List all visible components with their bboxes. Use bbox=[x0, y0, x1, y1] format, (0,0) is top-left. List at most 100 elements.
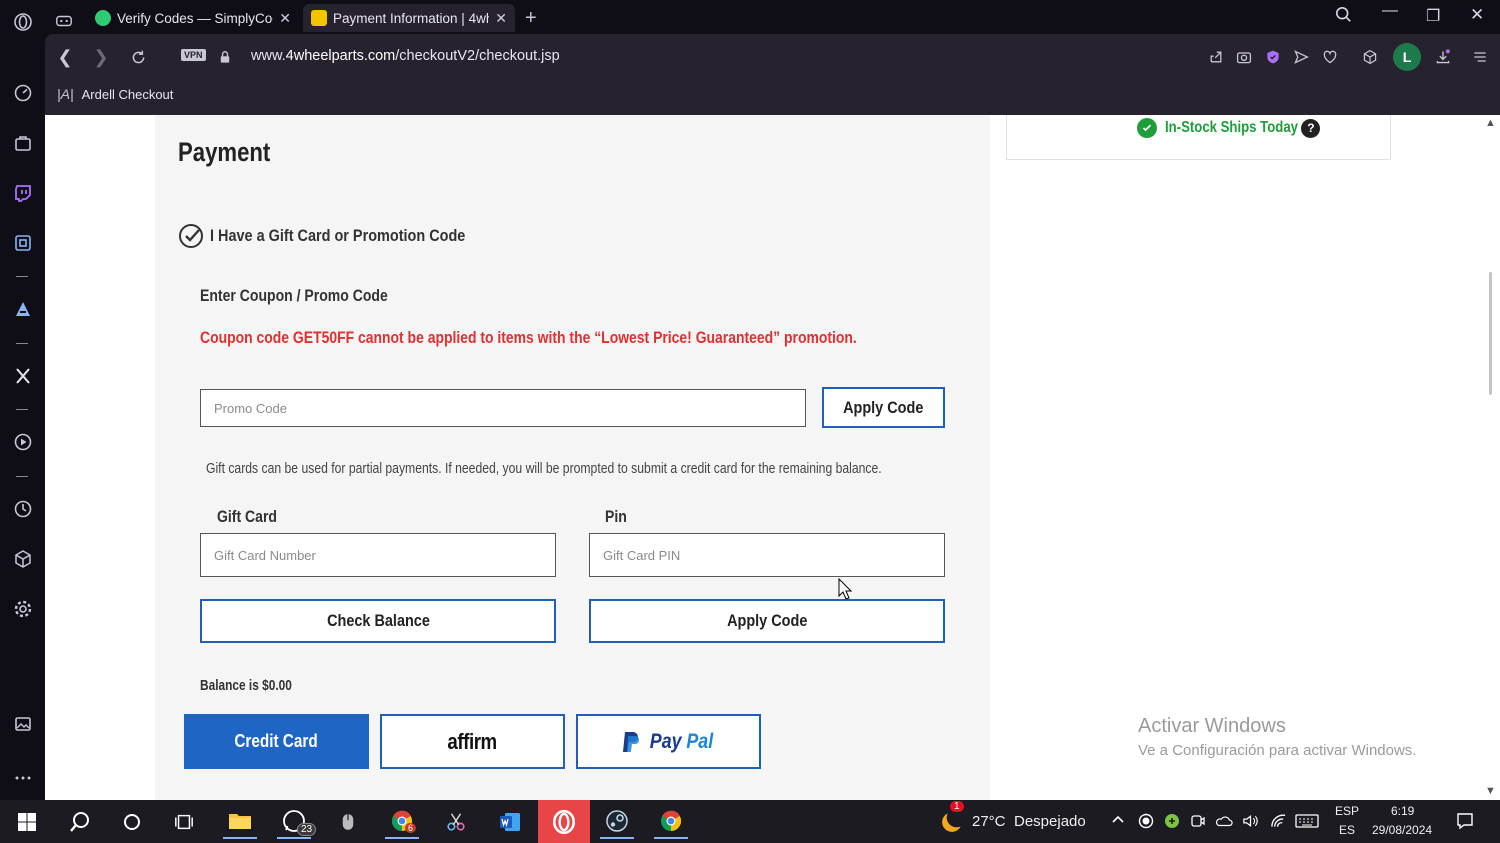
shopping-bag-icon[interactable] bbox=[10, 130, 36, 156]
windows-start-icon[interactable] bbox=[10, 805, 44, 839]
scroll-up-arrow-icon[interactable]: ▲ bbox=[1485, 117, 1496, 129]
vpn-badge[interactable]: VPN bbox=[181, 49, 206, 61]
gift-card-label: Gift Card bbox=[217, 508, 278, 526]
close-window-icon[interactable]: ✕ bbox=[1470, 5, 1484, 25]
gift-card-promo-toggle[interactable]: I Have a Gift Card or Promotion Code bbox=[178, 223, 510, 249]
weather-condition[interactable]: Despejado bbox=[1014, 813, 1086, 830]
bookmark-ardell-checkout[interactable]: |A| Ardell Checkout bbox=[57, 86, 173, 102]
workspaces-icon[interactable] bbox=[55, 7, 75, 35]
back-icon[interactable]: ❮ bbox=[54, 46, 76, 68]
paypal-logo: Pay Pal bbox=[621, 730, 716, 754]
touch-keyboard-icon[interactable] bbox=[1294, 813, 1320, 832]
gift-card-number-input[interactable] bbox=[201, 534, 555, 576]
task-view-icon[interactable] bbox=[167, 805, 201, 839]
check-circle-icon bbox=[179, 224, 203, 248]
minimize-icon[interactable]: — bbox=[1382, 2, 1398, 20]
forward-icon[interactable]: ❯ bbox=[90, 46, 112, 68]
gift-card-pin-input[interactable] bbox=[590, 534, 944, 576]
box-icon[interactable] bbox=[1360, 47, 1380, 67]
clock-date[interactable]: 29/08/2024 bbox=[1372, 823, 1432, 837]
profile-avatar[interactable]: L bbox=[1393, 43, 1421, 71]
opera-menu-icon[interactable] bbox=[10, 9, 36, 35]
apply-gift-card-button[interactable]: Apply Code bbox=[589, 599, 945, 643]
page-title: Payment bbox=[178, 137, 271, 167]
player-icon[interactable] bbox=[10, 429, 36, 455]
language-indicator-top[interactable]: ESP bbox=[1335, 804, 1359, 818]
reload-icon[interactable] bbox=[127, 46, 149, 68]
promo-code-input[interactable] bbox=[201, 390, 805, 426]
x-twitter-icon[interactable] bbox=[10, 363, 36, 389]
show-hidden-icons-chevron-icon[interactable] bbox=[1110, 811, 1126, 830]
close-tab-icon[interactable]: ✕ bbox=[495, 10, 507, 27]
cube-icon[interactable] bbox=[10, 546, 36, 572]
watermark-line-1: Activar Windows bbox=[1138, 715, 1286, 737]
gift-card-note: Gift cards can be used for partial payme… bbox=[206, 461, 882, 477]
help-icon[interactable]: ? bbox=[1301, 118, 1321, 138]
url-path: /checkoutV2/checkout.jsp bbox=[395, 48, 560, 64]
search-tabs-icon[interactable] bbox=[1335, 6, 1353, 29]
opera-browser-icon[interactable] bbox=[538, 800, 590, 843]
sidebar-separator bbox=[16, 476, 28, 477]
promo-code-field[interactable] bbox=[200, 389, 806, 427]
extensions-icon[interactable] bbox=[10, 230, 36, 256]
balance-text: Balance is $0.00 bbox=[200, 678, 292, 694]
whatsapp-icon[interactable]: 23 bbox=[277, 805, 317, 839]
scroll-down-arrow-icon[interactable]: ▼ bbox=[1485, 785, 1496, 797]
word-icon[interactable] bbox=[493, 805, 527, 839]
snapshot-camera-icon[interactable] bbox=[1234, 47, 1254, 67]
settings-gear-icon[interactable] bbox=[10, 596, 36, 622]
weather-icon[interactable]: 1 bbox=[935, 801, 969, 839]
share-icon[interactable] bbox=[1206, 47, 1226, 67]
heart-icon[interactable] bbox=[1320, 47, 1340, 67]
apply-promo-code-button[interactable]: Apply Code bbox=[822, 387, 945, 428]
check-balance-button[interactable]: Check Balance bbox=[200, 599, 556, 643]
tab-payment-information[interactable]: Payment Information | 4wheelparts ✕ bbox=[303, 4, 515, 32]
restore-icon[interactable]: ❐ bbox=[1426, 6, 1440, 26]
search-icon[interactable] bbox=[63, 805, 97, 839]
credit-card-label: Credit Card bbox=[234, 731, 319, 751]
shield-tray-icon[interactable] bbox=[1164, 813, 1180, 832]
chrome-profile-icon[interactable] bbox=[654, 805, 688, 839]
onedrive-icon[interactable] bbox=[1215, 813, 1233, 832]
more-options-icon[interactable] bbox=[10, 765, 36, 791]
volume-icon[interactable] bbox=[1242, 813, 1259, 832]
meet-now-icon[interactable] bbox=[1190, 813, 1206, 832]
credit-card-payment-button[interactable]: Credit Card bbox=[184, 714, 369, 769]
aria-ai-icon[interactable] bbox=[10, 296, 36, 322]
windows-activation-watermark: Activar Windows Ve a Configuración para … bbox=[1138, 715, 1416, 759]
speed-dial-icon[interactable] bbox=[10, 80, 36, 106]
paypal-payment-button[interactable]: Pay Pal bbox=[576, 714, 761, 769]
tab-simplycodes[interactable]: Verify Codes — SimplyCodes ✕ bbox=[87, 4, 299, 32]
cortana-icon[interactable] bbox=[115, 805, 149, 839]
close-tab-icon[interactable]: ✕ bbox=[279, 10, 291, 27]
send-icon[interactable] bbox=[1291, 47, 1311, 67]
file-explorer-icon[interactable] bbox=[223, 805, 257, 839]
mouse-icon[interactable] bbox=[331, 805, 365, 839]
record-icon[interactable] bbox=[1138, 813, 1154, 832]
clock-time[interactable]: 6:19 bbox=[1391, 804, 1414, 818]
scrollbar-thumb[interactable] bbox=[1489, 272, 1492, 395]
notification-center-icon[interactable] bbox=[1456, 812, 1474, 833]
steam-icon[interactable] bbox=[600, 805, 634, 839]
adblock-shield-icon[interactable] bbox=[1263, 47, 1283, 67]
wifi-icon[interactable] bbox=[1270, 813, 1287, 832]
snipping-tool-icon[interactable] bbox=[439, 805, 473, 839]
gallery-icon[interactable] bbox=[10, 711, 36, 737]
new-tab-button[interactable]: + bbox=[525, 4, 549, 32]
download-icon[interactable] bbox=[1433, 47, 1453, 67]
history-icon[interactable] bbox=[10, 496, 36, 522]
gift-card-number-field[interactable] bbox=[200, 533, 556, 577]
url-field[interactable]: www.4wheelparts.com/checkoutV2/checkout.… bbox=[251, 48, 560, 64]
language-indicator-bottom[interactable]: ES bbox=[1339, 823, 1355, 837]
weather-temperature[interactable]: 27°C bbox=[972, 813, 1006, 830]
twitch-icon[interactable] bbox=[10, 180, 36, 206]
ardell-logo-icon: |A| bbox=[57, 86, 74, 102]
easy-setup-menu-icon[interactable] bbox=[1470, 47, 1490, 67]
chrome-icon[interactable]: 6 bbox=[385, 805, 419, 839]
affirm-payment-button[interactable]: affirm bbox=[380, 714, 565, 769]
whatsapp-badge: 23 bbox=[297, 823, 317, 836]
lock-icon[interactable] bbox=[214, 46, 236, 68]
page-viewport: Payment I Have a Gift Card or Promotion … bbox=[45, 115, 1500, 800]
browser-sidebar bbox=[0, 0, 45, 800]
gift-card-pin-field[interactable] bbox=[589, 533, 945, 577]
